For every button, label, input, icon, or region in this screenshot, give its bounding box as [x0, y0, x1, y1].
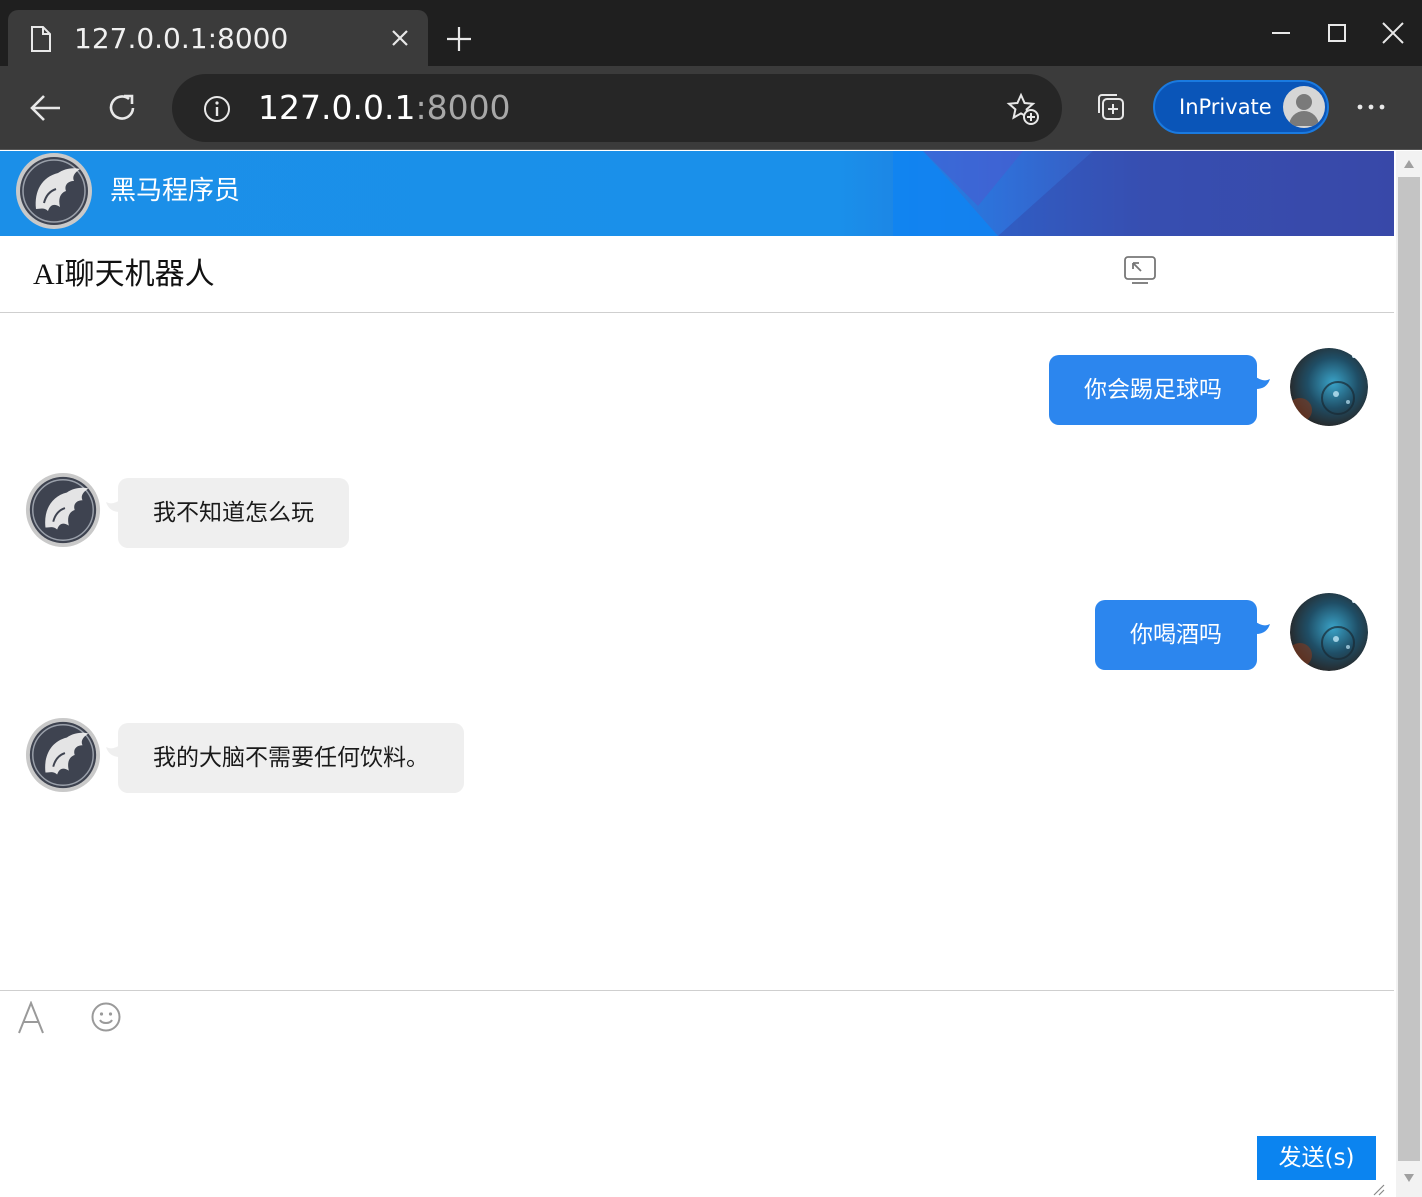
- page-viewport: 黑马程序员 AI聊天机器人 你会踢足球吗 我不知道怎么玩 你喝酒吗 我的大脑不需…: [0, 151, 1394, 1197]
- new-tab-icon[interactable]: [444, 24, 474, 54]
- send-button[interactable]: 发送(s): [1257, 1136, 1376, 1180]
- close-tab-icon[interactable]: [388, 26, 412, 50]
- inprivate-label: InPrivate: [1179, 95, 1272, 119]
- message-text: 你喝酒吗: [1130, 622, 1222, 648]
- bot-avatar: [24, 716, 102, 794]
- profile-avatar-icon: [1283, 86, 1325, 128]
- message-row: 你会踢足球吗: [0, 347, 1394, 427]
- resize-grip-icon[interactable]: [1370, 1181, 1386, 1197]
- tab-title: 127.0.0.1:8000: [74, 22, 289, 55]
- refresh-icon[interactable]: [102, 88, 142, 128]
- maximize-icon[interactable]: [1322, 18, 1352, 48]
- user-avatar: [1290, 348, 1368, 426]
- collections-icon[interactable]: [1094, 90, 1128, 124]
- font-style-icon[interactable]: [16, 1001, 46, 1035]
- site-info-icon[interactable]: [202, 94, 232, 124]
- more-options-icon[interactable]: [1352, 92, 1390, 122]
- message-text: 我的大脑不需要任何饮料。: [153, 745, 429, 771]
- bot-avatar: [24, 471, 102, 549]
- page-scrollbar[interactable]: [1396, 151, 1422, 1197]
- minimize-icon[interactable]: [1266, 18, 1296, 48]
- user-avatar: [1290, 593, 1368, 671]
- user-message-bubble: 你喝酒吗: [1095, 600, 1257, 670]
- scroll-up-arrow-icon[interactable]: [1403, 159, 1415, 169]
- add-favorite-icon[interactable]: [1006, 92, 1040, 126]
- message-input[interactable]: [0, 1041, 1394, 1197]
- bot-message-bubble: 我不知道怎么玩: [118, 478, 349, 548]
- bot-message-bubble: 我的大脑不需要任何饮料。: [118, 723, 464, 793]
- banner-decoration: [893, 151, 1394, 236]
- close-window-icon[interactable]: [1378, 18, 1408, 48]
- heima-logo-icon: [16, 153, 92, 229]
- header-banner: 黑马程序员: [0, 151, 1394, 236]
- emoji-icon[interactable]: [90, 1001, 122, 1033]
- message-row: 你喝酒吗: [0, 592, 1394, 672]
- bubble-tail: [1256, 622, 1270, 634]
- chat-header: AI聊天机器人: [0, 236, 1394, 313]
- url-host: 127.0.0.1: [258, 88, 416, 127]
- scrollbar-thumb[interactable]: [1398, 177, 1420, 1161]
- user-message-bubble: 你会踢足球吗: [1049, 355, 1257, 425]
- message-text: 你会踢足球吗: [1084, 377, 1222, 403]
- browser-titlebar: 127.0.0.1:8000: [0, 0, 1422, 66]
- inprivate-button[interactable]: InPrivate: [1153, 80, 1329, 134]
- brand-name: 黑马程序员: [110, 176, 241, 206]
- address-bar[interactable]: 127.0.0.1:8000: [172, 74, 1062, 142]
- message-row: 我的大脑不需要任何饮料。: [0, 715, 1394, 795]
- url-port: :8000: [415, 88, 511, 127]
- message-text: 我不知道怎么玩: [153, 500, 314, 526]
- composer-divider: [0, 990, 1394, 991]
- back-arrow-icon[interactable]: [26, 88, 66, 128]
- scroll-down-arrow-icon[interactable]: [1403, 1173, 1415, 1183]
- chat-title: AI聊天机器人: [33, 258, 215, 291]
- exit-fullscreen-icon[interactable]: [1123, 254, 1157, 288]
- message-row: 我不知道怎么玩: [0, 470, 1394, 550]
- browser-tab[interactable]: 127.0.0.1:8000: [8, 10, 428, 66]
- document-icon: [31, 26, 51, 52]
- bubble-tail: [1256, 377, 1270, 389]
- url-text[interactable]: 127.0.0.1:8000: [258, 88, 511, 128]
- browser-toolbar: 127.0.0.1:8000 InPrivate: [0, 66, 1422, 150]
